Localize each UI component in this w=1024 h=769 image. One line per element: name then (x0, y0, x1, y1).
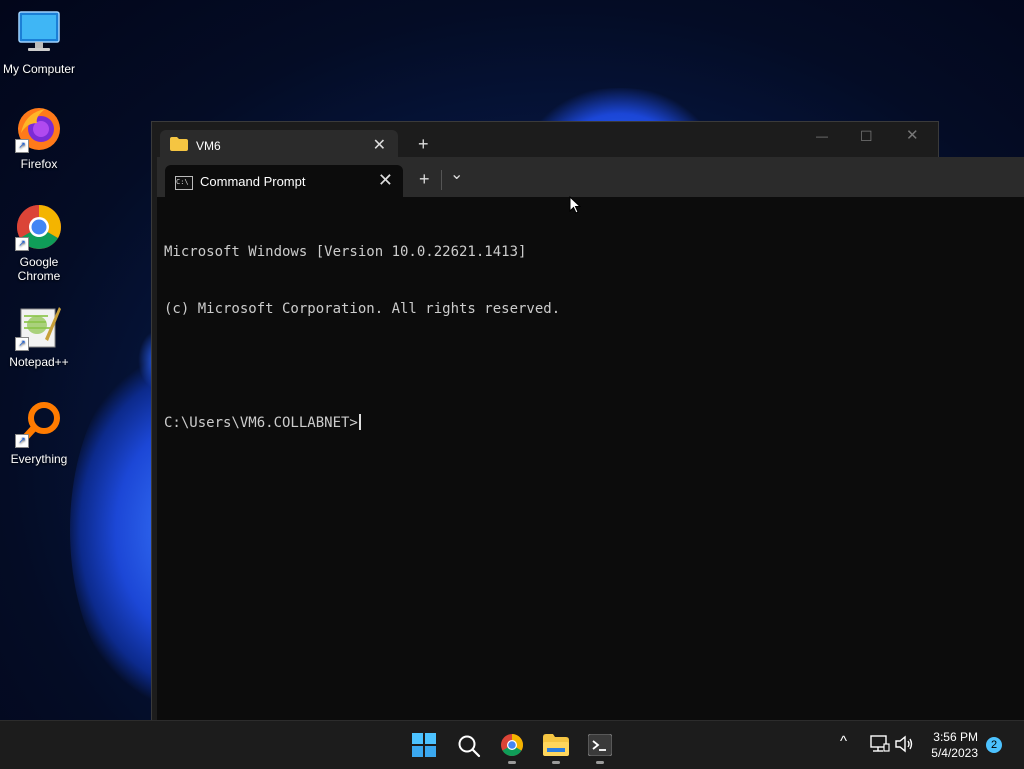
tab-vm6[interactable]: VM6 ✕ (160, 130, 398, 160)
close-tab-button[interactable]: ✕ (373, 135, 386, 155)
start-button[interactable] (406, 727, 442, 763)
minimize-button[interactable]: — (816, 126, 828, 146)
text-cursor (358, 414, 361, 430)
desktop-icon-label: Notepad++ (9, 355, 69, 369)
show-hidden-icons-chevron-icon[interactable]: ^ (840, 733, 847, 750)
tab-command-prompt[interactable]: C:\ Command Prompt ✕ (165, 165, 403, 197)
taskbar-terminal[interactable] (582, 727, 618, 764)
cmd-icon: C:\ (175, 176, 193, 190)
terminal-tab-bar: C:\ Command Prompt ✕ + ⌄ (157, 157, 1024, 197)
clock-date: 5/4/2023 (931, 746, 978, 760)
shortcut-arrow-icon: ↗ (15, 434, 29, 448)
close-tab-button[interactable]: ✕ (378, 170, 393, 190)
search-icon (458, 735, 481, 758)
tab-separator (441, 170, 442, 190)
tab-dropdown-button[interactable]: ⌄ (450, 165, 463, 185)
shortcut-arrow-icon: ↗ (15, 139, 29, 153)
taskbar-chrome[interactable] (494, 727, 530, 764)
clock[interactable]: 3:56 PM 5/4/2023 (908, 729, 978, 761)
desktop-icon-notepad-plus-plus[interactable]: ↗ Notepad++ (0, 303, 78, 369)
taskbar-file-explorer[interactable] (538, 727, 574, 764)
network-icon[interactable] (870, 735, 890, 753)
clock-time: 3:56 PM (933, 730, 978, 744)
new-tab-button[interactable]: + (418, 134, 429, 154)
shortcut-arrow-icon: ↗ (15, 237, 29, 251)
search-button[interactable] (450, 727, 486, 763)
desktop-icon-google-chrome[interactable]: ↗ Google Chrome (0, 203, 78, 283)
mouse-pointer-icon (569, 196, 581, 214)
running-indicator (596, 761, 604, 764)
terminal-output[interactable]: Microsoft Windows [Version 10.0.22621.14… (164, 205, 560, 471)
desktop-icon-everything[interactable]: ↗ Everything (0, 400, 78, 466)
close-window-button[interactable]: ✕ (906, 126, 919, 146)
maximize-button[interactable]: ☐ (860, 126, 873, 146)
folder-icon (543, 734, 569, 756)
notepad-plus-plus-icon: ↗ (15, 303, 63, 351)
desktop-icon-firefox[interactable]: ↗ Firefox (0, 105, 78, 171)
tab-label: VM6 (196, 139, 221, 153)
tab-label: Command Prompt (200, 174, 306, 189)
chrome-icon: ↗ (15, 203, 63, 251)
desktop-icon-label: Firefox (20, 157, 58, 171)
notification-badge[interactable]: 2 (986, 737, 1002, 753)
shortcut-arrow-icon: ↗ (15, 337, 29, 351)
desktop-icon-my-computer[interactable]: My Computer (0, 10, 78, 76)
running-indicator (552, 761, 560, 764)
firefox-icon: ↗ (15, 105, 63, 153)
terminal-icon (588, 734, 612, 756)
magnifier-icon: ↗ (15, 400, 63, 448)
terminal-prompt: C:\Users\VM6.COLLABNET> (164, 415, 358, 431)
running-indicator (508, 761, 516, 764)
folder-icon (170, 137, 188, 151)
terminal-prompt-line[interactable]: C:\Users\VM6.COLLABNET> (164, 414, 560, 433)
terminal-line: (c) Microsoft Corporation. All rights re… (164, 301, 561, 317)
terminal-window[interactable]: C:\ Command Prompt ✕ + ⌄ Microsoft Windo… (157, 157, 1024, 721)
desktop-icon-label: My Computer (2, 62, 76, 76)
windows-logo-icon (412, 733, 436, 757)
monitor-icon (15, 10, 63, 58)
desktop-icon-label: Everything (10, 452, 68, 466)
taskbar: ^ 3:56 PM 5/4/2023 2 (0, 720, 1024, 769)
new-tab-button[interactable]: + (419, 169, 430, 189)
terminal-line: Microsoft Windows [Version 10.0.22621.14… (164, 244, 527, 260)
chrome-icon (501, 734, 523, 756)
desktop-icon-label: Google Chrome (17, 255, 61, 283)
